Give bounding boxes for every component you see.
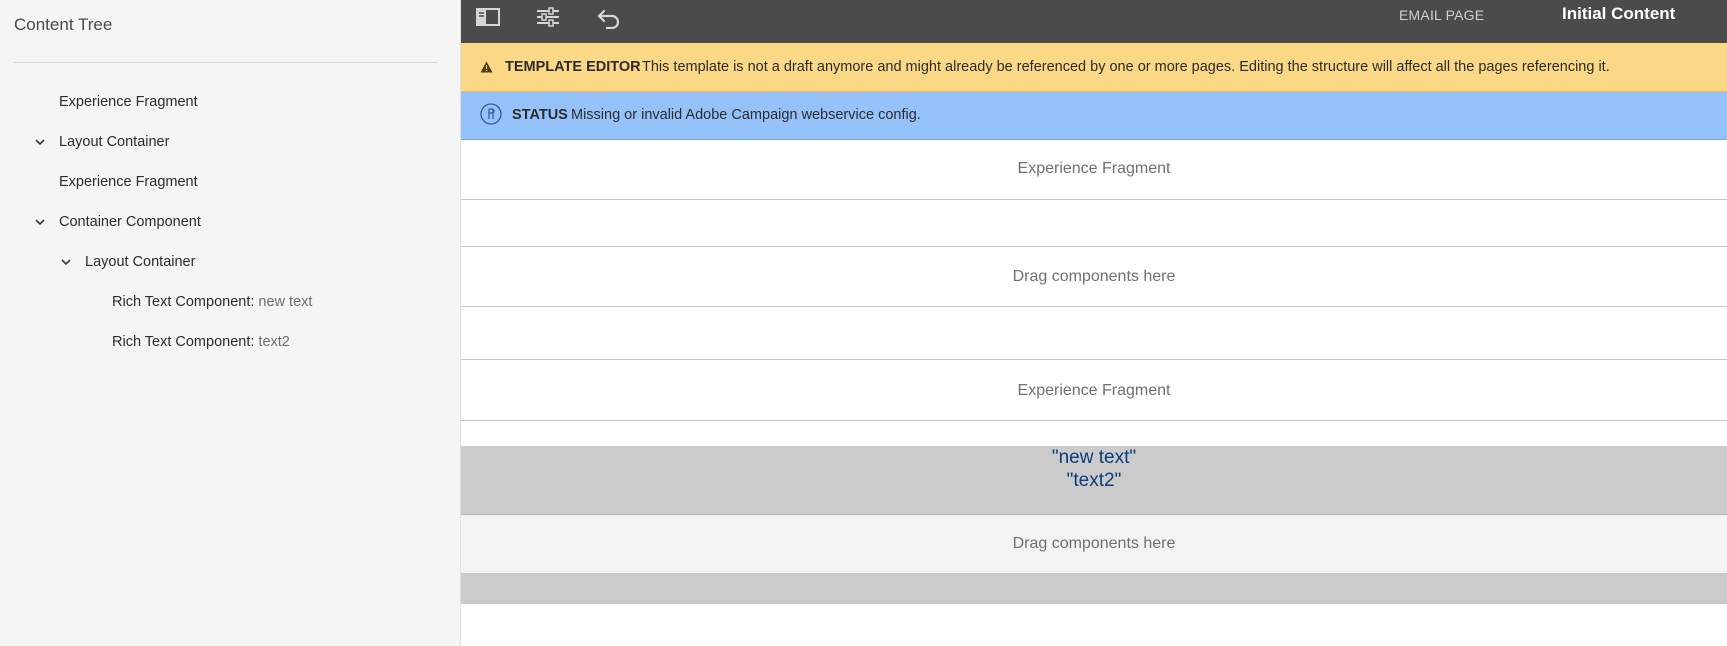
undo-icon[interactable] [595,5,623,29]
rich-text-line: "new text" [1051,447,1137,468]
drag-components-placeholder[interactable]: Drag components here [461,515,1727,574]
rich-text-component-block[interactable]: "new text" "text2" [461,446,1727,515]
tree-item-label: Rich Text Component: [112,334,259,350]
empty-row[interactable] [461,200,1727,247]
content-tree-panel: Content Tree Experience Fragment Layout … [0,0,461,646]
content-tree-title: Content Tree [14,15,113,34]
tree-item-layout-container[interactable]: Layout Container [0,122,460,162]
tree-item-container-component[interactable]: Container Component [0,202,460,242]
alert-message: This template is not a draft anymore and… [642,59,1610,75]
alert-title: TEMPLATE EDITOR [505,59,641,75]
placeholder-label: Drag components here [1012,268,1176,285]
tree-item-suffix: text2 [258,334,290,350]
chevron-down-icon[interactable] [61,257,71,267]
editor-toolbar: EMAIL PAGE Initial Content [461,0,1727,43]
alert-icon [480,61,493,73]
tree-item-rich-text-text2[interactable]: Rich Text Component: text2 [0,322,460,362]
tree-item-layout-container-nested[interactable]: Layout Container [0,242,460,282]
tree-item-experience-fragment[interactable]: Experience Fragment [0,82,460,122]
template-editor-alert: TEMPLATE EDITOR This template is not a d… [461,43,1727,92]
rich-text-line: "text2" [1066,470,1122,491]
tree-item-label: Layout Container [59,134,170,150]
tree-item-suffix: new text [258,294,313,310]
mode-label: Initial Content [1562,4,1676,23]
tree-item-label: Experience Fragment [59,174,198,190]
empty-row[interactable] [461,307,1727,360]
sidebar-divider [14,62,438,63]
drag-components-placeholder[interactable]: Drag components here [461,247,1727,307]
tree-item-label: Experience Fragment [59,94,198,110]
component-label: Experience Fragment [1017,382,1171,399]
page-properties-icon[interactable] [534,5,562,29]
tree-item-experience-fragment[interactable]: Experience Fragment [0,162,460,202]
tree-item-label: Container Component [59,214,201,230]
status-title: STATUS [512,107,568,123]
tree-item-label: Layout Container [85,254,196,270]
status-alert: STATUS Missing or invalid Adobe Campaign… [461,92,1727,140]
empty-row[interactable] [461,421,1727,446]
content-tree: Experience Fragment Layout Container Exp… [0,82,460,362]
status-message: Missing or invalid Adobe Campaign webser… [571,107,921,123]
page-type-label: EMAIL PAGE [1399,7,1485,23]
chevron-down-icon[interactable] [35,217,45,227]
campaign-icon [480,103,502,125]
placeholder-label: Drag components here [1012,535,1176,552]
experience-fragment-component[interactable]: Experience Fragment [461,140,1727,200]
template-canvas: Experience Fragment Drag components here… [461,140,1727,646]
toggle-side-panel-icon[interactable] [474,5,502,29]
tree-item-rich-text-new-text[interactable]: Rich Text Component: new text [0,282,460,322]
mode-selector[interactable]: Initial Content [1562,4,1675,30]
chevron-down-icon[interactable] [35,137,45,147]
component-label: Experience Fragment [1017,160,1171,177]
tree-item-label: Rich Text Component: [112,294,259,310]
container-footer-strip[interactable] [461,574,1727,604]
experience-fragment-component[interactable]: Experience Fragment [461,360,1727,421]
